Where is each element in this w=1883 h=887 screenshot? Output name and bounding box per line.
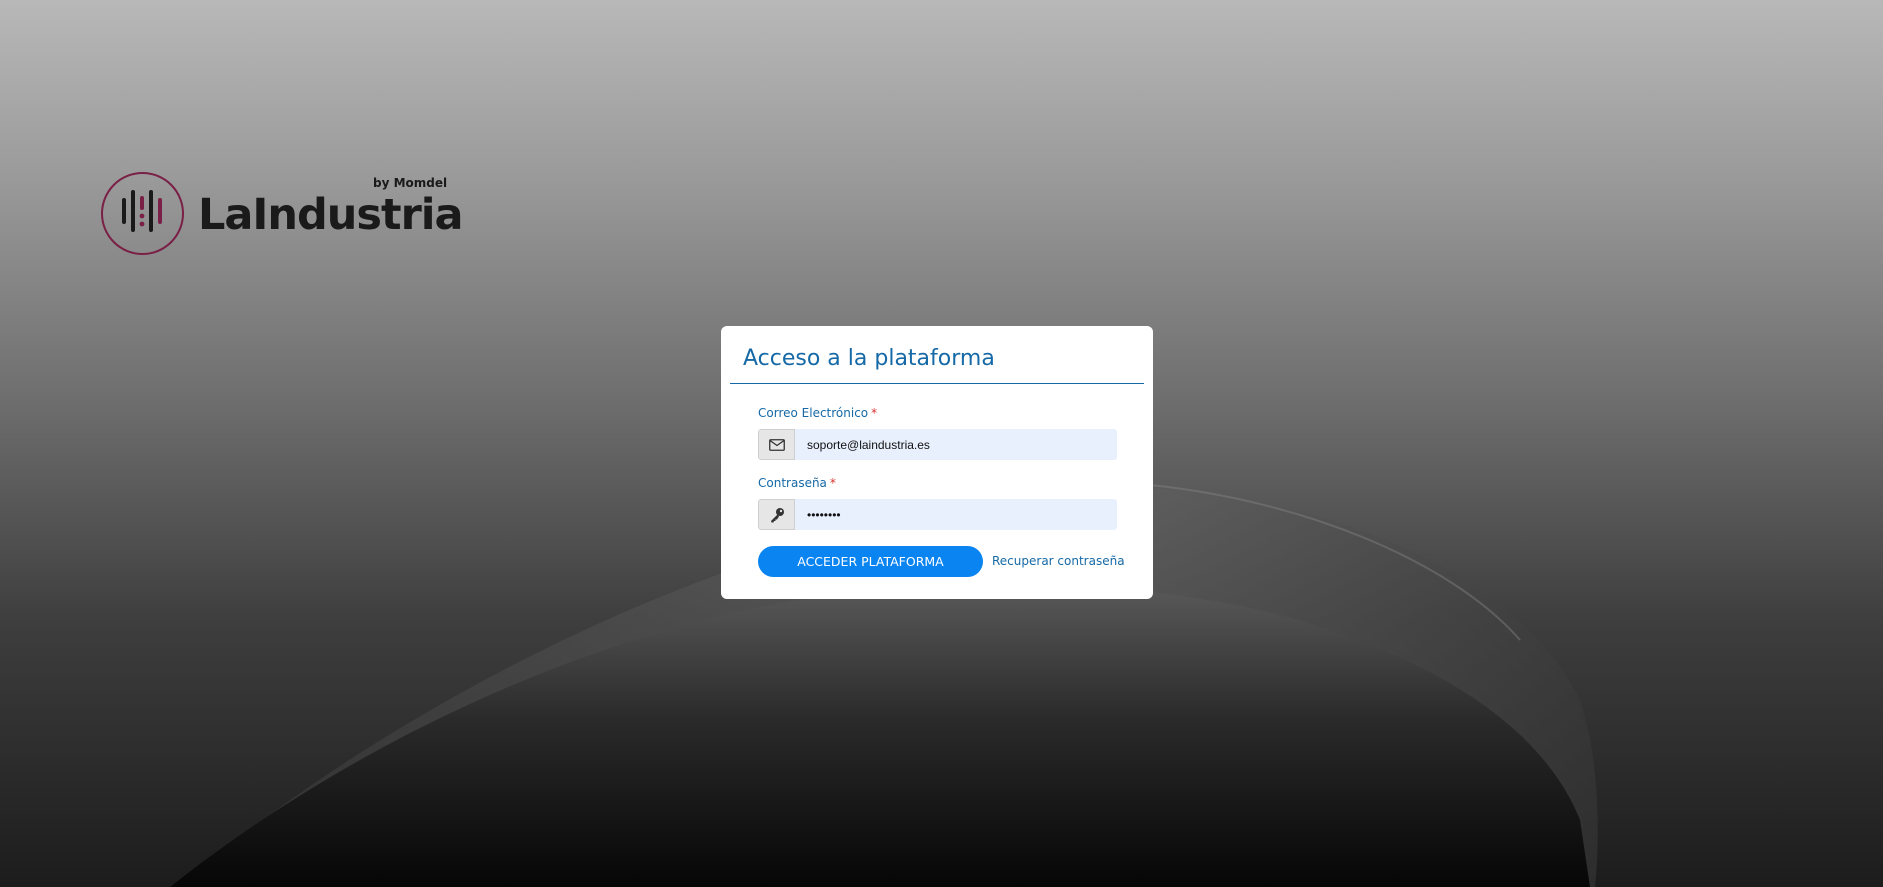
email-field-group	[758, 429, 1117, 460]
password-field[interactable]	[795, 499, 1117, 530]
email-label: Correo Electrónico *	[758, 406, 877, 420]
brand-byline: by Momdel	[373, 176, 448, 190]
email-required-mark: *	[871, 406, 878, 420]
brand-logo: LaIndustria by Momdel	[101, 170, 464, 265]
logo-bars-icon	[122, 190, 162, 232]
password-label-text: Contraseña	[758, 476, 827, 490]
login-button[interactable]: ACCEDER PLATAFORMA	[758, 546, 983, 577]
email-field[interactable]	[795, 429, 1117, 460]
email-label-text: Correo Electrónico	[758, 406, 869, 420]
key-icon	[758, 499, 795, 530]
brand-name: LaIndustria	[198, 190, 464, 240]
page-title: Acceso a la plataforma	[743, 346, 995, 371]
recover-password-link[interactable]: Recuperar contraseña	[992, 554, 1125, 568]
password-label: Contraseña *	[758, 476, 836, 490]
password-field-group	[758, 499, 1117, 530]
envelope-icon	[758, 429, 795, 460]
title-divider	[730, 383, 1144, 384]
login-card: Acceso a la plataforma Correo Electrónic…	[721, 326, 1153, 599]
password-required-mark: *	[829, 476, 836, 490]
